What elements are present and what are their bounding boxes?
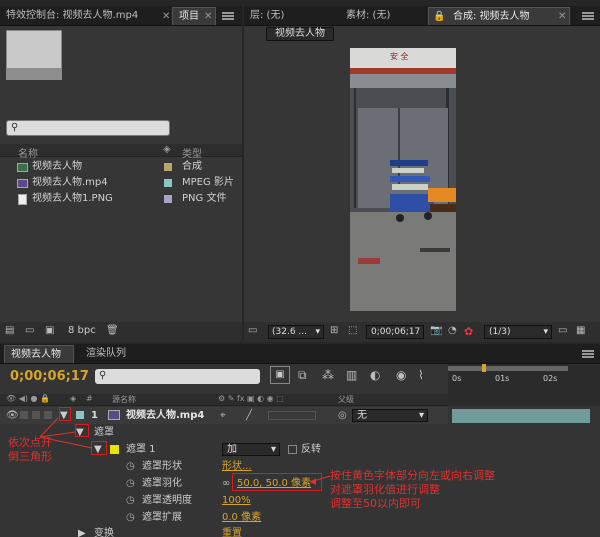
mask-visibility-icon[interactable]: ⬚ [348,325,357,336]
resolution-dropdown[interactable]: (1/3) ▾ [484,325,552,339]
interpret-footage-icon[interactable]: ▤ [5,325,14,336]
list-item[interactable]: 视频去人物 合成 [0,159,242,175]
column-header: 名称 ◈ 类型 [0,144,242,160]
current-time-display[interactable]: 0;00;06;17 [366,325,424,339]
region-of-interest-icon[interactable]: ▭ [558,325,567,336]
label-color[interactable] [164,179,172,187]
annotation-text: 调整至50以内即可 [330,497,421,510]
search-icon: ⚲ [11,122,19,133]
video-file-icon [17,179,28,188]
close-icon[interactable]: ✕ [204,11,212,22]
panel-menu-icon[interactable] [222,12,234,20]
chevron-down-icon: ▾ [315,327,320,337]
annotation-text: 倒三角形 [8,450,52,463]
close-icon[interactable]: ✕ [558,11,566,22]
tab-render-queue[interactable]: 渲染队列 [80,345,140,363]
panel-menu-icon[interactable] [582,12,594,20]
label-color[interactable] [164,163,172,171]
annotation-text: 按住黄色字体部分向左或向右调整 [330,469,495,482]
transparency-grid-icon[interactable]: ▦ [576,325,585,336]
tab-effects-control[interactable]: 特效控制台: 视频去人物.mp4 [0,7,160,25]
composition-navigator-button[interactable]: 视频去人物 [266,27,334,41]
annotation-text: 依次点开 [8,436,52,449]
channel-icon[interactable]: ✿ [464,325,473,338]
new-folder-icon[interactable]: ▭ [25,325,34,336]
zoom-dropdown[interactable]: (32.6 ... ▾ [268,325,324,339]
label-color[interactable] [164,195,172,203]
composition-icon [17,163,28,172]
tab-layer[interactable]: 层: (无) [244,7,332,25]
tab-footage[interactable]: 素材: (无) [340,7,424,25]
image-file-icon [18,194,27,205]
chevron-down-icon: ▾ [543,327,548,337]
composition-viewer: 视频去人物 安 全 ▭ (32.6 ... ▾ ⊞ ⬚ 0;00;06;17 📷… [244,26,600,342]
tab-timeline-composition[interactable]: 视频去人物 [4,345,74,363]
snapshot-icon[interactable]: 📷 [430,325,442,336]
show-snapshot-icon[interactable]: ◔ [448,325,457,336]
tab-composition[interactable]: 🔒 合成: 视频去人物 [428,7,570,25]
project-panel: ⚲ 名称 ◈ 类型 视频去人物 合成 视频去人物.mp4 MPEG 影片 视频去… [0,26,242,342]
search-input[interactable]: ⚲ [6,120,170,136]
video-frame: 安 全 [350,48,456,311]
project-toolbar: ▤ ▭ ▣ 8 bpc 🗑 [0,322,242,342]
lock-icon[interactable]: 🔒 [433,8,445,25]
timeline-panel: 0;00;06;17 ⚲ ▣ ⧉ ⁂ ▥ ◐ ◉ ⌇ 0s 01s 02s 👁 … [0,364,600,537]
annotation-text: 对遮罩羽化值进行调整 [330,483,440,496]
new-composition-icon[interactable]: ▣ [45,325,54,336]
viewer-toolbar: ▭ (32.6 ... ▾ ⊞ ⬚ 0;00;06;17 📷 ◔ ✿ (1/3) ▾… [244,322,600,342]
grid-icon[interactable]: ⊞ [330,325,338,336]
always-preview-icon[interactable]: ▭ [248,325,257,336]
annotation-arrows [39,417,331,485]
trash-icon[interactable]: 🗑 [106,325,119,336]
label-icon: ◈ [163,144,171,155]
list-item[interactable]: 视频去人物.mp4 MPEG 影片 [0,175,242,191]
close-icon[interactable]: ✕ [162,11,170,22]
panel-menu-icon[interactable] [582,350,594,358]
bit-depth-button[interactable]: 8 bpc [68,325,96,336]
list-item[interactable]: 视频去人物1.PNG PNG 文件 [0,191,242,207]
column-name[interactable]: 名称 [18,145,38,160]
column-type[interactable]: 类型 [182,145,202,160]
